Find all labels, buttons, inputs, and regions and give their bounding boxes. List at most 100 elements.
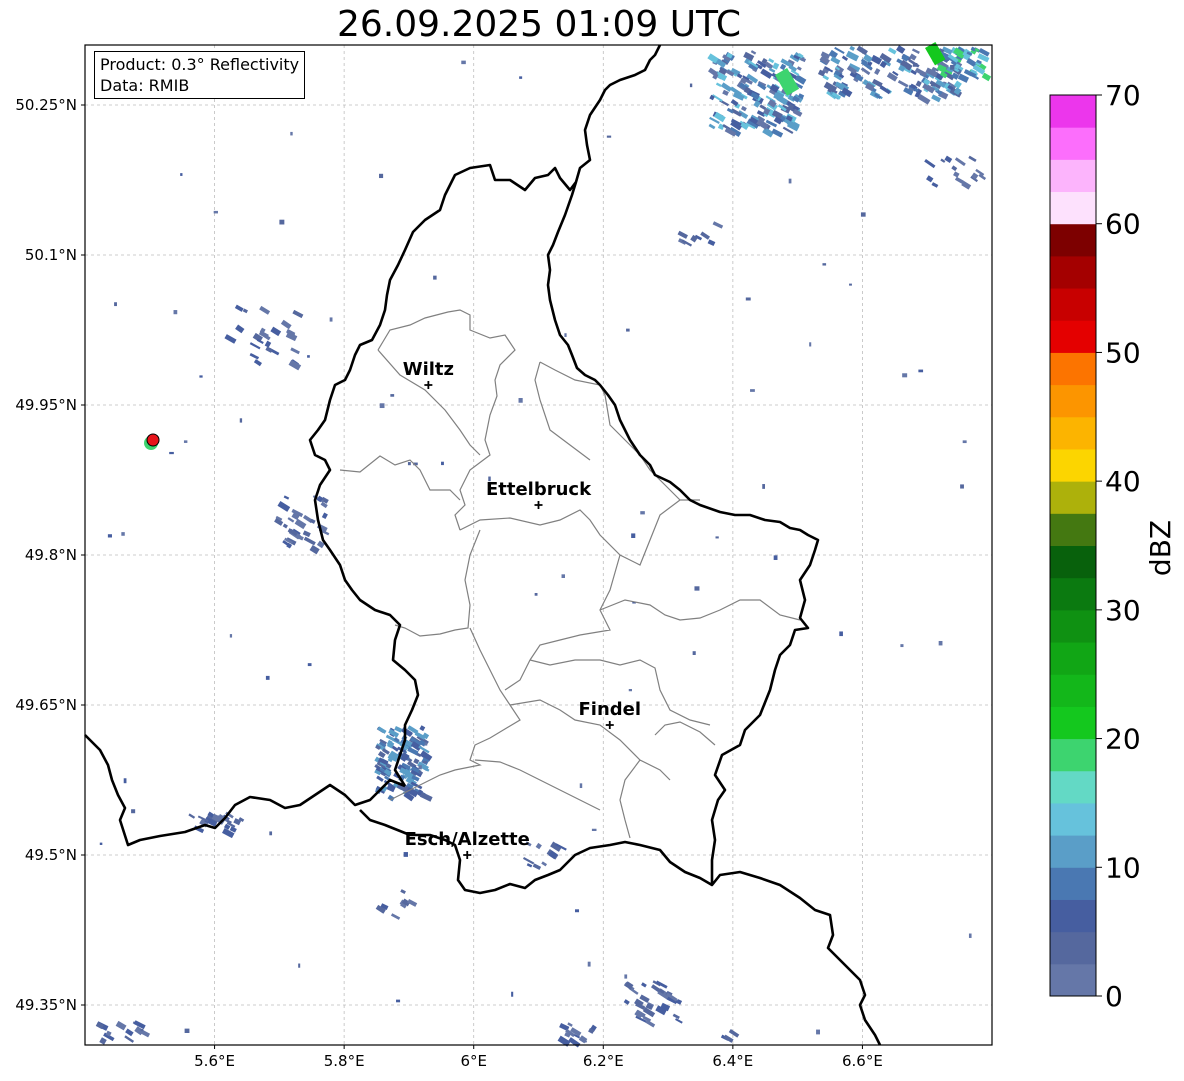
echo-cell <box>302 530 311 538</box>
city-marker-icon <box>605 721 614 729</box>
lat-tick-label: 49.8°N <box>25 546 77 564</box>
echo-cell <box>114 302 117 307</box>
echo-cell <box>954 157 966 167</box>
echo-cell <box>253 359 262 367</box>
echo-cell <box>400 889 406 895</box>
radar-site-icon <box>146 433 160 447</box>
map-grid <box>85 45 992 1045</box>
lat-tick-label: 49.35°N <box>15 996 77 1014</box>
lon-tick-label: 6.4°E <box>712 1052 753 1070</box>
echo-cell <box>564 333 567 337</box>
echo-cell <box>694 586 700 591</box>
echo-cell <box>298 963 301 968</box>
echo-cell <box>99 842 103 845</box>
lat-tick-label: 50.25°N <box>15 96 77 114</box>
echo-cell <box>107 534 112 538</box>
echo-cell <box>822 263 827 266</box>
echo-cell <box>968 155 977 163</box>
echo-cell <box>896 45 906 54</box>
echo-cell <box>294 518 307 530</box>
echo-cell <box>270 326 282 337</box>
lat-tick-label: 49.95°N <box>15 396 77 414</box>
echo-cell <box>897 79 909 88</box>
echo-cell <box>461 60 466 65</box>
city-marker-icon <box>424 381 433 389</box>
echo-cell <box>173 310 178 315</box>
echo-cell <box>849 283 852 286</box>
echo-cell <box>522 857 535 865</box>
lat-tick-label: 50.1°N <box>25 246 77 264</box>
echo-cell <box>771 128 784 138</box>
echo-cell <box>631 533 636 538</box>
echo-cell <box>180 173 183 176</box>
city-label: Esch/Alzette <box>405 829 530 850</box>
map-borders <box>84 44 882 1046</box>
radar-site-marker <box>144 433 160 450</box>
lon-tick-label: 6.6°E <box>842 1052 883 1070</box>
echo-cell <box>944 155 953 163</box>
echo-cell <box>924 158 936 169</box>
echo-cell <box>184 1028 190 1033</box>
echo-cell <box>816 1029 821 1035</box>
echo-cell <box>123 778 127 784</box>
echo-cell <box>390 394 395 397</box>
echo-cell <box>692 651 696 655</box>
echo-cell <box>574 909 580 913</box>
echo-cell <box>390 913 401 920</box>
echo-cell <box>750 50 757 55</box>
echo-cell <box>677 230 688 239</box>
echo-cell <box>534 593 538 596</box>
echo-cell <box>140 1028 144 1032</box>
echo-cell <box>379 173 384 179</box>
echo-cell <box>926 175 934 183</box>
echo-cell <box>309 544 320 555</box>
echo-cell <box>290 347 300 355</box>
echo-cell <box>723 1034 734 1043</box>
national-borders <box>84 44 882 1046</box>
echo-cell <box>287 517 295 523</box>
echo-cell <box>772 62 780 70</box>
echo-cell <box>235 324 245 334</box>
echo-cell <box>377 726 387 734</box>
echo-cell <box>422 761 427 764</box>
echo-cell <box>249 342 261 350</box>
echo-cell <box>234 304 244 312</box>
echo-cell <box>99 1037 107 1045</box>
echo-cell <box>419 725 426 732</box>
echo-cell <box>249 352 260 360</box>
echo-cell <box>968 933 972 938</box>
echo-cell <box>303 536 316 546</box>
echo-cell <box>242 308 248 314</box>
echo-cell <box>269 831 273 836</box>
echo-cell <box>264 340 272 348</box>
echo-cell <box>188 813 196 819</box>
echo-cell <box>403 852 408 857</box>
echo-cell <box>407 898 418 907</box>
echo-cell <box>750 389 755 392</box>
product-label: Product: 0.3° Reflectivity <box>100 55 300 74</box>
echo-cell <box>183 440 188 443</box>
echo-cell <box>329 317 333 322</box>
echo-cell <box>768 58 775 64</box>
echo-cell <box>541 861 548 867</box>
echo-cell <box>628 688 632 692</box>
echo-cell <box>169 451 174 455</box>
echo-cell <box>809 342 812 347</box>
echo-cell <box>277 501 291 512</box>
echo-cell <box>283 495 290 500</box>
echo-cell <box>115 1020 127 1031</box>
echo-cell <box>707 239 716 247</box>
echo-cell <box>962 440 967 444</box>
echo-cell <box>265 675 270 680</box>
echo-cell <box>715 536 719 539</box>
echo-cell <box>307 663 312 667</box>
city-marker-icon <box>463 851 472 859</box>
echo-cell <box>587 961 591 967</box>
echo-cell <box>591 828 597 832</box>
echo-cell <box>606 135 612 138</box>
echo-cell <box>953 171 960 178</box>
echo-cell <box>290 131 293 136</box>
echo-cell <box>292 309 304 319</box>
echo-cell <box>900 644 904 648</box>
echo-cell <box>912 62 918 67</box>
